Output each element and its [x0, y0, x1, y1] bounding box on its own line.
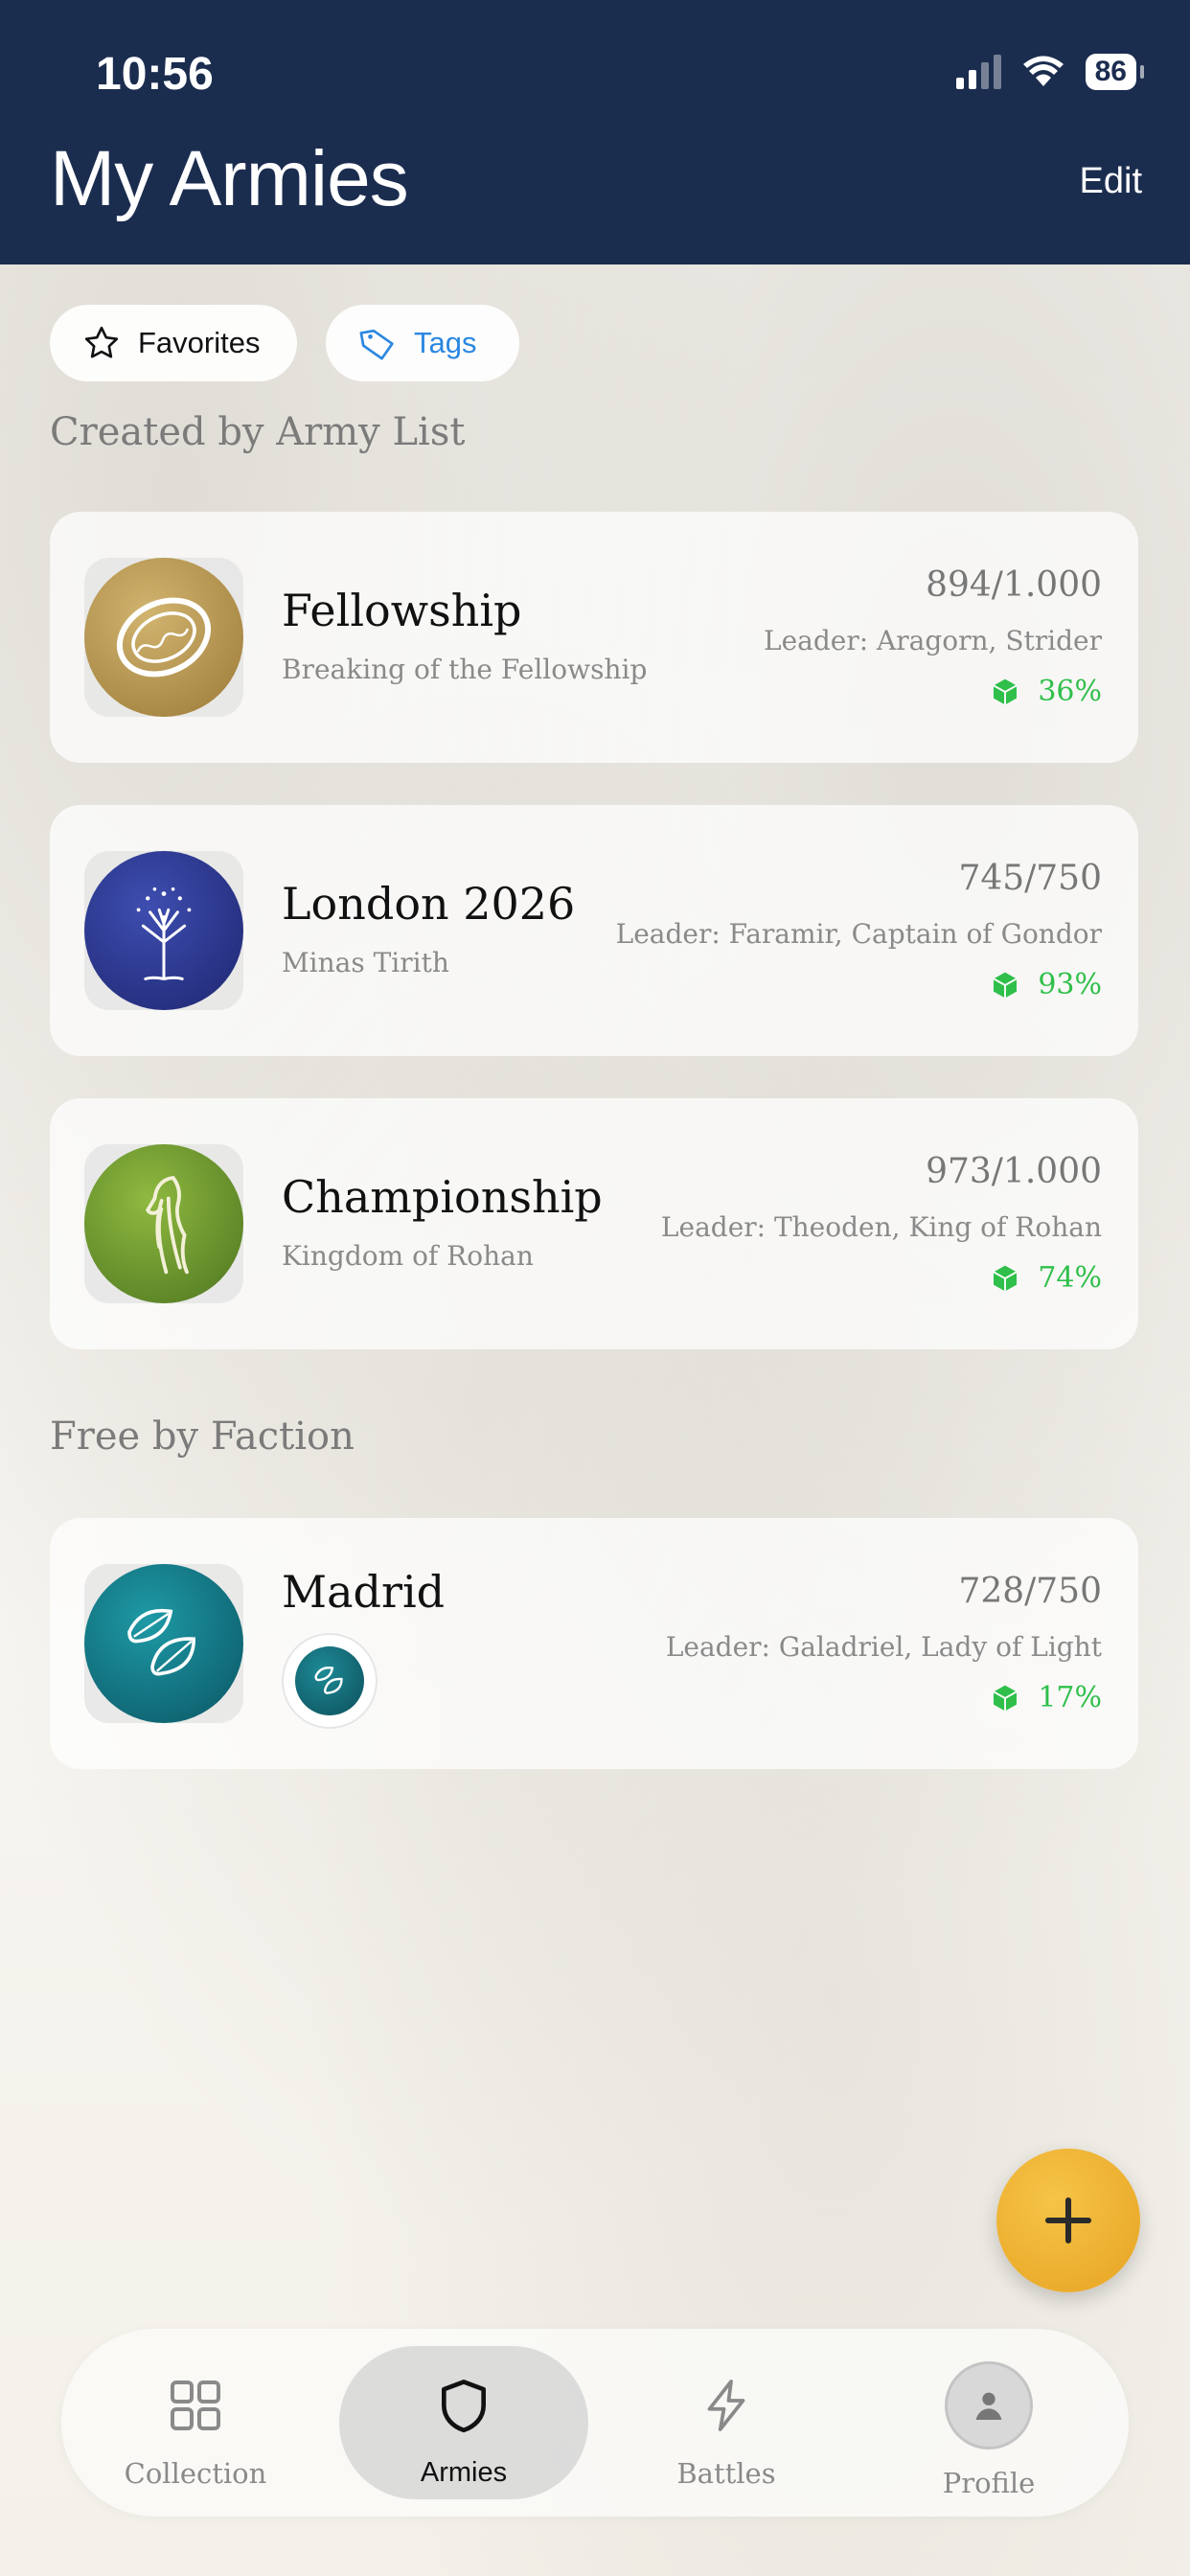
tab-label: Profile [942, 2467, 1036, 2499]
army-leader: Leader: Faramir, Captain of Gondor [615, 918, 1102, 950]
wifi-icon [1022, 56, 1064, 86]
white-tree-icon [84, 851, 243, 1010]
army-points: 728/750 [958, 1572, 1102, 1611]
section-title-faction: Free by Faction [50, 1414, 355, 1459]
person-icon [975, 2392, 1002, 2420]
tab-label: Battles [676, 2457, 776, 2490]
army-points: 894/1.000 [926, 565, 1102, 605]
cube-icon [993, 678, 1018, 704]
army-leader: Leader: Aragorn, Strider [763, 625, 1102, 656]
army-percent: 74% [990, 1261, 1102, 1295]
army-leader: Leader: Galadriel, Lady of Light [665, 1631, 1102, 1663]
grid-icon [171, 2380, 220, 2430]
horse-icon [84, 1144, 243, 1303]
avatar [945, 2361, 1033, 2450]
tab-battles[interactable]: Battles [602, 2329, 851, 2517]
army-percent-value: 93% [1038, 968, 1102, 1001]
page-title: My Armies [50, 135, 409, 222]
army-subtitle: Minas Tirith [282, 947, 449, 978]
tab-collection[interactable]: Collection [71, 2329, 320, 2517]
tab-label: Collection [124, 2457, 267, 2490]
army-name: London 2026 [282, 878, 576, 930]
leaf-icon [84, 1564, 243, 1723]
army-percent-value: 17% [1038, 1681, 1102, 1714]
cube-icon [993, 1265, 1018, 1291]
favorites-label: Favorites [138, 326, 261, 359]
leaf-icon [295, 1646, 364, 1715]
army-card[interactable]: Championship Kingdom of Rohan 973/1.000 … [50, 1098, 1138, 1349]
status-time: 10:56 [96, 49, 214, 100]
army-card[interactable]: London 2026 Minas Tirith 745/750 Leader:… [50, 805, 1138, 1056]
favorites-filter[interactable]: Favorites [50, 305, 297, 381]
army-name: Championship [282, 1171, 603, 1223]
tab-armies[interactable]: Armies [339, 2329, 588, 2517]
cube-icon [993, 972, 1018, 998]
tags-filter[interactable]: Tags [326, 305, 519, 381]
army-percent-value: 36% [1038, 675, 1102, 708]
army-subtitle: Kingdom of Rohan [282, 1240, 534, 1272]
army-points: 973/1.000 [926, 1152, 1102, 1191]
army-name: Madrid [282, 1566, 446, 1618]
army-name: Fellowship [282, 585, 522, 636]
army-leader: Leader: Theoden, King of Rohan [660, 1211, 1102, 1243]
army-percent: 17% [990, 1681, 1102, 1714]
army-subtitle: Breaking of the Fellowship [282, 654, 648, 685]
tag-icon [359, 329, 394, 360]
section-title-army-list: Created by Army List [50, 410, 466, 454]
edit-button[interactable]: Edit [1080, 161, 1142, 202]
signal-icon [955, 55, 1001, 89]
header: 10:56 86 My Armies Edit [0, 0, 1190, 264]
battery-indicator: 86 [1085, 54, 1145, 90]
faction-badge [282, 1633, 378, 1729]
army-percent-value: 74% [1038, 1261, 1102, 1295]
tab-label: Armies [420, 2457, 508, 2488]
shield-icon [442, 2380, 486, 2433]
status-icons: 86 [955, 54, 1145, 90]
army-card[interactable]: Madrid 728/750 Leader: Galadriel, Lady o… [50, 1518, 1138, 1769]
army-percent: 93% [990, 968, 1102, 1001]
tab-bar: Collection Armies Battles Profile [61, 2329, 1129, 2517]
plus-icon [1044, 2196, 1092, 2244]
army-card[interactable]: Fellowship Breaking of the Fellowship 89… [50, 512, 1138, 763]
lightning-icon [707, 2380, 745, 2431]
army-percent: 36% [990, 675, 1102, 708]
army-points: 745/750 [958, 859, 1102, 898]
add-army-button[interactable] [996, 2149, 1140, 2292]
tab-profile[interactable]: Profile [864, 2329, 1113, 2517]
cube-icon [993, 1685, 1018, 1711]
one-ring-icon [84, 558, 243, 717]
tags-label: Tags [414, 326, 477, 359]
star-icon [84, 326, 119, 358]
